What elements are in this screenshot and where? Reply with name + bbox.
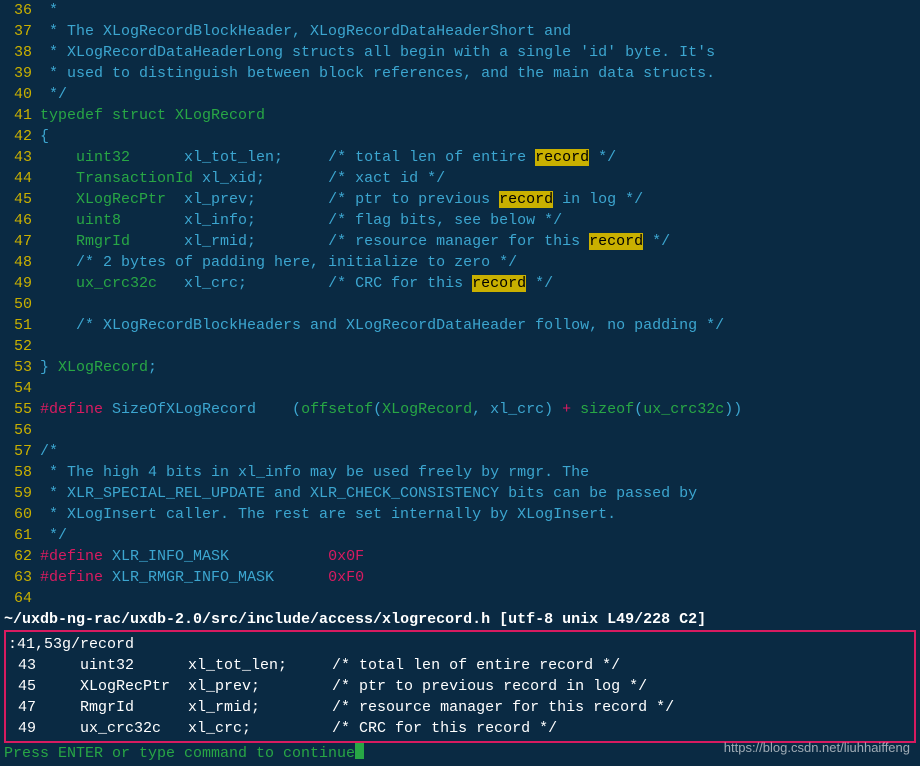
line-number: 48 — [4, 252, 32, 273]
code-line[interactable]: 44 TransactionId xl_xid; /* xact id */ — [4, 168, 916, 189]
line-number: 64 — [4, 588, 32, 609]
code-line[interactable]: 54 — [4, 378, 916, 399]
code-line[interactable]: 55 #define SizeOfXLogRecord (offsetof(XLo… — [4, 399, 916, 420]
search-results: :41,53g/record 43 uint32 xl_tot_len; /* … — [4, 630, 916, 743]
line-number: 42 — [4, 126, 32, 147]
line-number: 52 — [4, 336, 32, 357]
line-number: 53 — [4, 357, 32, 378]
code-line[interactable]: 57 /* — [4, 441, 916, 462]
line-number: 60 — [4, 504, 32, 525]
code-line[interactable]: 43 uint32 xl_tot_len; /* total len of en… — [4, 147, 916, 168]
code-line[interactable]: 45 XLogRecPtr xl_prev; /* ptr to previou… — [4, 189, 916, 210]
code-line[interactable]: 59 * XLR_SPECIAL_REL_UPDATE and XLR_CHEC… — [4, 483, 916, 504]
code-line[interactable]: 62 #define XLR_INFO_MASK 0x0F — [4, 546, 916, 567]
code-line[interactable]: 38 * XLogRecordDataHeaderLong structs al… — [4, 42, 916, 63]
result-row: 45 XLogRecPtr xl_prev; /* ptr to previou… — [8, 676, 912, 697]
line-content: typedef struct XLogRecord — [40, 105, 265, 126]
code-line[interactable]: 47 RmgrId xl_rmid; /* resource manager f… — [4, 231, 916, 252]
line-number: 59 — [4, 483, 32, 504]
line-content: * The XLogRecordBlockHeader, XLogRecordD… — [40, 21, 571, 42]
line-content: } XLogRecord; — [40, 357, 157, 378]
line-number: 62 — [4, 546, 32, 567]
line-content: /* XLogRecordBlockHeaders and XLogRecord… — [40, 315, 724, 336]
line-number: 47 — [4, 231, 32, 252]
line-number: 40 — [4, 84, 32, 105]
code-line[interactable]: 49 ux_crc32c xl_crc; /* CRC for this rec… — [4, 273, 916, 294]
line-content: #define XLR_INFO_MASK 0x0F — [40, 546, 364, 567]
line-content: * — [40, 0, 58, 21]
line-content: * XLogInsert caller. The rest are set in… — [40, 504, 616, 525]
cursor — [355, 743, 364, 759]
code-line[interactable]: 39 * used to distinguish between block r… — [4, 63, 916, 84]
watermark: https://blog.csdn.net/liuhhaiffeng — [724, 737, 910, 758]
code-line[interactable]: 48 /* 2 bytes of padding here, initializ… — [4, 252, 916, 273]
code-line[interactable]: 46 uint8 xl_info; /* flag bits, see belo… — [4, 210, 916, 231]
line-content: #define SizeOfXLogRecord (offsetof(XLogR… — [40, 399, 742, 420]
code-line[interactable]: 61 */ — [4, 525, 916, 546]
code-line[interactable]: 52 — [4, 336, 916, 357]
line-content: { — [40, 126, 49, 147]
status-line: ~/uxdb-ng-rac/uxdb-2.0/src/include/acces… — [0, 609, 920, 630]
line-number: 57 — [4, 441, 32, 462]
line-number: 61 — [4, 525, 32, 546]
result-row: 43 uint32 xl_tot_len; /* total len of en… — [8, 655, 912, 676]
code-line[interactable]: 37 * The XLogRecordBlockHeader, XLogReco… — [4, 21, 916, 42]
line-number: 58 — [4, 462, 32, 483]
code-line[interactable]: 41 typedef struct XLogRecord — [4, 105, 916, 126]
line-number: 46 — [4, 210, 32, 231]
line-number: 39 — [4, 63, 32, 84]
line-content: /* — [40, 441, 58, 462]
line-content: XLogRecPtr xl_prev; /* ptr to previous r… — [40, 189, 643, 210]
code-line[interactable]: 50 — [4, 294, 916, 315]
line-content: * The high 4 bits in xl_info may be used… — [40, 462, 589, 483]
line-content: * XLR_SPECIAL_REL_UPDATE and XLR_CHECK_C… — [40, 483, 697, 504]
code-line[interactable]: 42 { — [4, 126, 916, 147]
code-line[interactable]: 40 */ — [4, 84, 916, 105]
line-content: uint8 xl_info; /* flag bits, see below *… — [40, 210, 562, 231]
line-content: * used to distinguish between block refe… — [40, 63, 715, 84]
line-content: TransactionId xl_xid; /* xact id */ — [40, 168, 445, 189]
line-number: 38 — [4, 42, 32, 63]
line-number: 41 — [4, 105, 32, 126]
code-editor[interactable]: 36 *37 * The XLogRecordBlockHeader, XLog… — [0, 0, 920, 609]
line-content: ux_crc32c xl_crc; /* CRC for this record… — [40, 273, 553, 294]
code-line[interactable]: 53 } XLogRecord; — [4, 357, 916, 378]
line-number: 36 — [4, 0, 32, 21]
line-number: 37 — [4, 21, 32, 42]
line-number: 49 — [4, 273, 32, 294]
result-row: 47 RmgrId xl_rmid; /* resource manager f… — [8, 697, 912, 718]
code-line[interactable]: 58 * The high 4 bits in xl_info may be u… — [4, 462, 916, 483]
line-number: 44 — [4, 168, 32, 189]
line-content: uint32 xl_tot_len; /* total len of entir… — [40, 147, 616, 168]
code-line[interactable]: 63 #define XLR_RMGR_INFO_MASK 0xF0 — [4, 567, 916, 588]
code-line[interactable]: 60 * XLogInsert caller. The rest are set… — [4, 504, 916, 525]
line-number: 51 — [4, 315, 32, 336]
result-row: 49 ux_crc32c xl_crc; /* CRC for this rec… — [8, 718, 912, 739]
line-content: #define XLR_RMGR_INFO_MASK 0xF0 — [40, 567, 364, 588]
line-content: */ — [40, 525, 67, 546]
line-number: 50 — [4, 294, 32, 315]
line-content: /* 2 bytes of padding here, initialize t… — [40, 252, 517, 273]
line-number: 45 — [4, 189, 32, 210]
search-command: :41,53g/record — [8, 634, 912, 655]
line-number: 56 — [4, 420, 32, 441]
line-number: 63 — [4, 567, 32, 588]
code-line[interactable]: 51 /* XLogRecordBlockHeaders and XLogRec… — [4, 315, 916, 336]
line-number: 43 — [4, 147, 32, 168]
code-line[interactable]: 36 * — [4, 0, 916, 21]
line-content: * XLogRecordDataHeaderLong structs all b… — [40, 42, 715, 63]
code-line[interactable]: 64 — [4, 588, 916, 609]
line-content: */ — [40, 84, 67, 105]
line-content: RmgrId xl_rmid; /* resource manager for … — [40, 231, 670, 252]
line-number: 55 — [4, 399, 32, 420]
line-number: 54 — [4, 378, 32, 399]
code-line[interactable]: 56 — [4, 420, 916, 441]
